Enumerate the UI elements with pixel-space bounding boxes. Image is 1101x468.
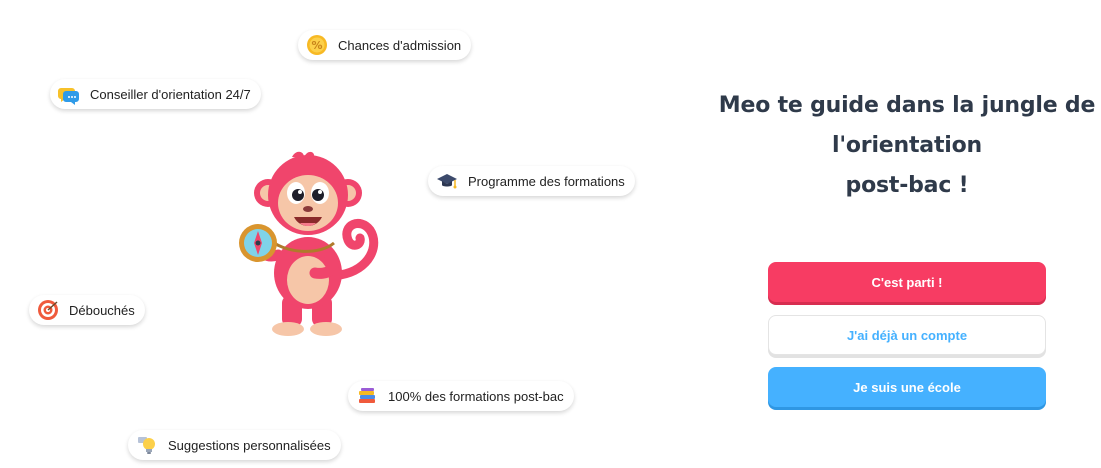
chip-suggestions-personnalisees: Suggestions personnalisées	[128, 430, 341, 460]
chip-label: Programme des formations	[468, 173, 625, 189]
existing-account-button[interactable]: J'ai déjà un compte	[768, 315, 1046, 355]
percent-coin-icon: %	[306, 34, 328, 56]
books-icon	[356, 385, 378, 407]
hero-title: Meo te guide dans la jungle de l'orienta…	[712, 86, 1101, 206]
chip-label: Chances d'admission	[338, 37, 462, 53]
chip-chances-admission: % Chances d'admission	[298, 30, 472, 60]
school-button[interactable]: Je suis une école	[768, 367, 1046, 407]
graduation-cap-icon	[436, 170, 458, 192]
target-icon	[37, 299, 59, 321]
hero-title-line-3: post-bac !	[845, 173, 969, 198]
lightbulb-icon	[136, 434, 158, 456]
chip-label: Conseiller d'orientation 24/7	[90, 86, 251, 102]
chip-conseiller-orientation: Conseiller d'orientation 24/7	[50, 79, 261, 109]
hero-title-line-2: l'orientation	[832, 133, 982, 158]
chip-label: Suggestions personnalisées	[168, 437, 331, 453]
chip-programme-formations: Programme des formations	[428, 166, 635, 196]
chip-debouches: Débouchés	[29, 295, 145, 325]
hero-title-line-1: Meo te guide dans la jungle de	[718, 93, 1096, 118]
chip-formations-post-bac: 100% des formations post-bac	[348, 381, 574, 411]
chip-label: 100% des formations post-bac	[388, 388, 564, 404]
meo-monkey-mascot	[230, 145, 395, 340]
start-button[interactable]: C'est parti !	[768, 262, 1046, 302]
chip-label: Débouchés	[69, 302, 135, 318]
svg-text:%: %	[311, 39, 322, 52]
chat-bubble-icon	[58, 83, 80, 105]
